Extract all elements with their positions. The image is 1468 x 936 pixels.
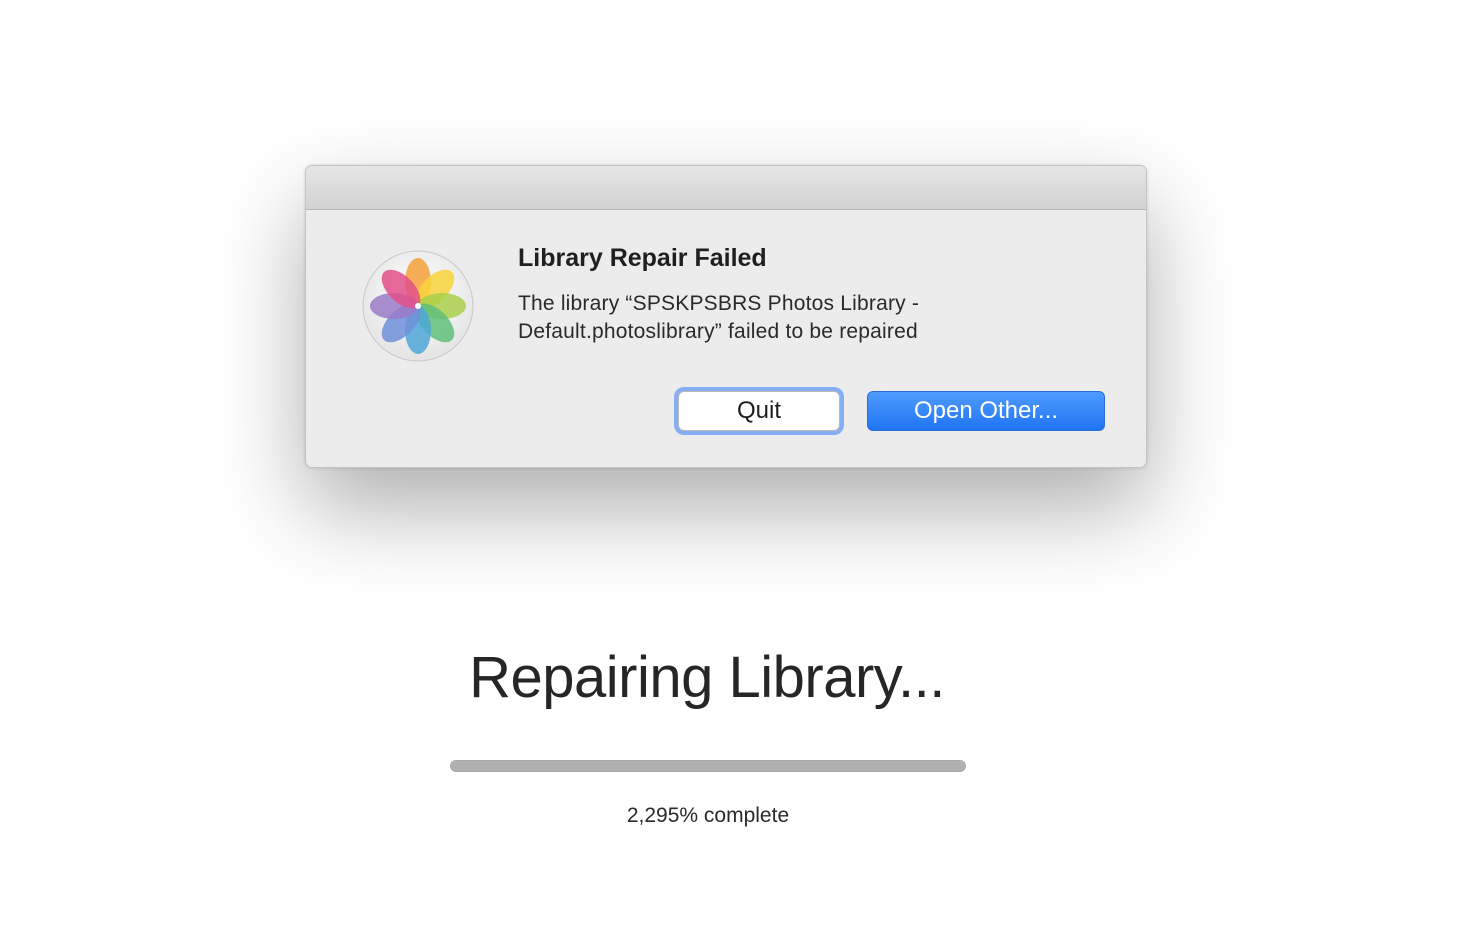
dialog-message: The library “SPSKPSBRS Photos Library - … bbox=[518, 292, 920, 343]
progress-bar-fill bbox=[451, 761, 965, 771]
photos-window: Library Repair Failed The library “SPSKP… bbox=[0, 0, 1468, 936]
alert-dialog: Library Repair Failed The library “SPSKP… bbox=[305, 165, 1147, 468]
progress-bar bbox=[450, 760, 966, 772]
dialog-title: Library Repair Failed bbox=[518, 244, 767, 272]
photos-center bbox=[415, 303, 421, 309]
quit-button[interactable]: Quit bbox=[678, 391, 840, 431]
progress-status: 2,295% complete bbox=[626, 804, 790, 827]
repairing-title: Repairing Library... bbox=[469, 645, 945, 710]
dialog-titlebar bbox=[306, 166, 1146, 210]
open-other-button[interactable]: Open Other... bbox=[867, 391, 1105, 431]
photos-app-icon bbox=[362, 250, 474, 362]
